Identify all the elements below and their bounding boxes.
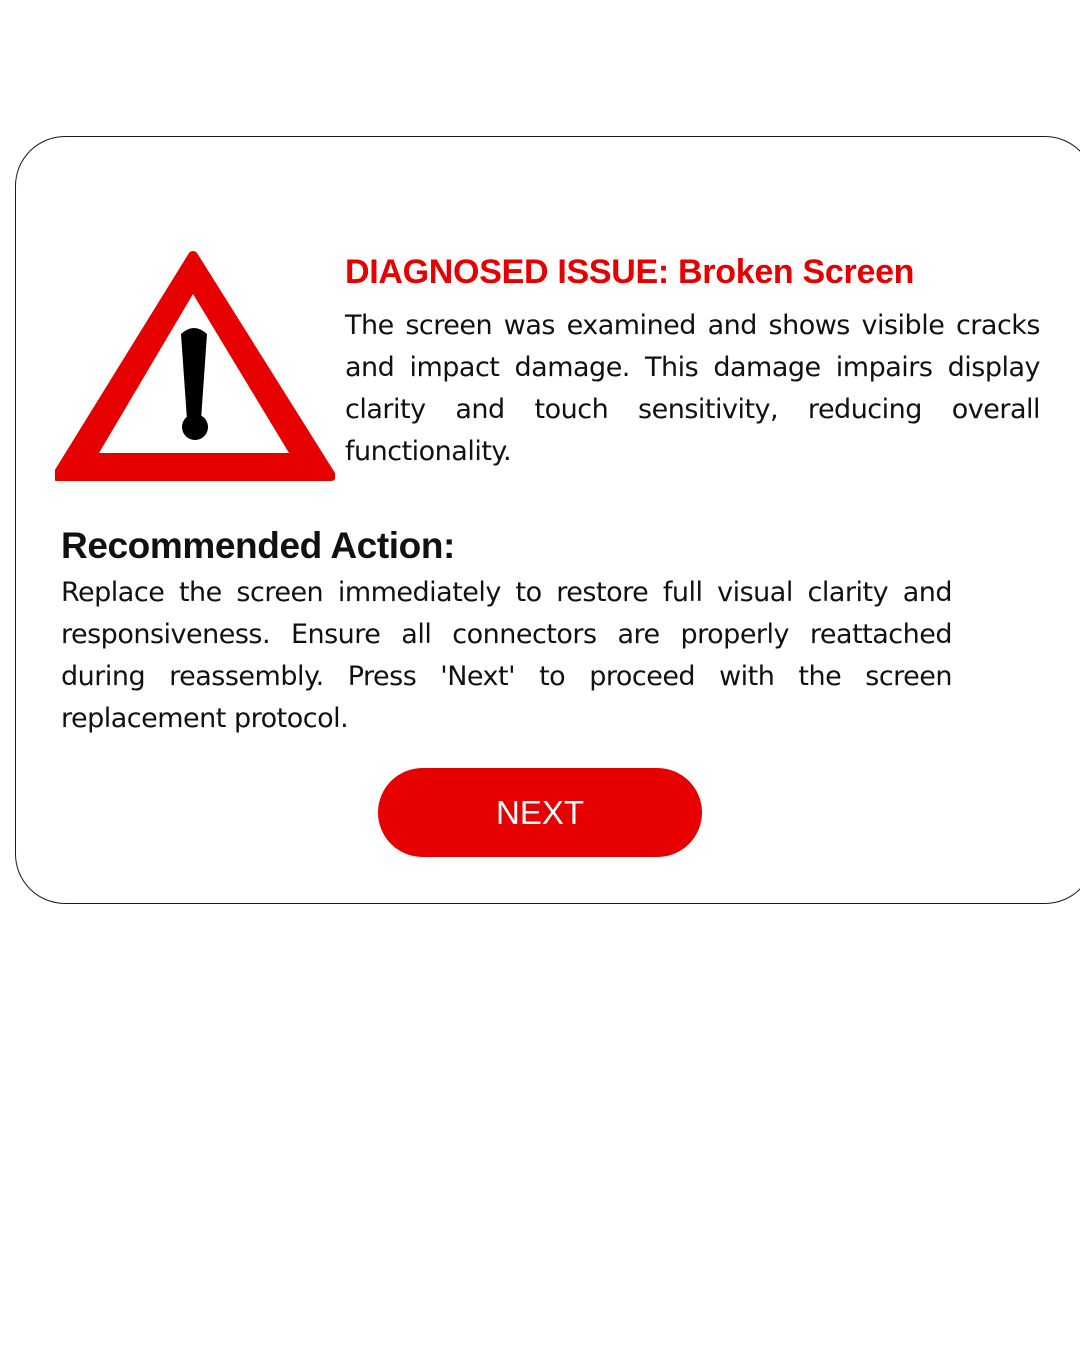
exclamation-dot [182, 414, 208, 440]
diagnosed-issue-title: DIAGNOSED ISSUE: Broken Screen [345, 253, 915, 291]
next-button[interactable]: NEXT [378, 768, 702, 857]
warning-triangle-icon [55, 251, 335, 481]
recommended-action-description: Replace the screen immediately to restor… [61, 577, 953, 734]
diagnosed-issue-description: The screen was examined and shows visibl… [345, 310, 1041, 467]
recommended-action-title: Recommended Action: [61, 525, 455, 566]
